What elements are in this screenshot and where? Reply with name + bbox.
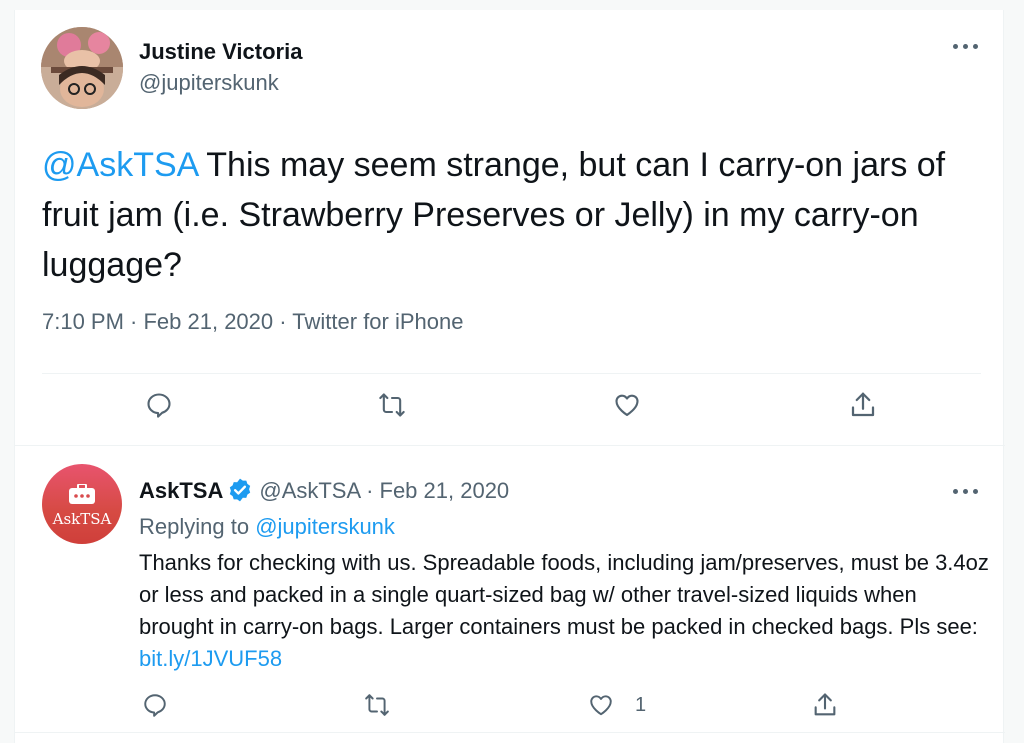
author-name[interactable]: Justine Victoria	[139, 39, 302, 65]
like-count: 1	[635, 694, 647, 716]
like-icon[interactable]	[607, 385, 647, 425]
replying-to: Replying to @jupiterskunk	[139, 514, 395, 540]
action-bar	[15, 385, 1005, 425]
reply-body: Thanks for checking with us. Spreadable …	[139, 550, 989, 639]
author-name[interactable]: AskTSA	[139, 478, 223, 503]
reply-icon[interactable]	[135, 685, 175, 725]
divider	[15, 732, 1005, 733]
replying-label: Replying to	[139, 514, 256, 539]
reply-tweet: AskTSA AskTSA @AskTSA · Feb 21, 2020 Repl…	[15, 445, 1005, 743]
tweet-date[interactable]: · Feb 21, 2020	[360, 478, 509, 503]
tweet-text: @AskTSA This may seem strange, but can I…	[42, 140, 992, 290]
replying-handle-link[interactable]: @jupiterskunk	[255, 514, 395, 539]
reply-header: AskTSA @AskTSA · Feb 21, 2020	[139, 477, 509, 504]
divider	[42, 373, 981, 374]
author-handle[interactable]: @AskTSA	[259, 478, 360, 503]
mention-link[interactable]: @AskTSA	[42, 146, 197, 184]
author-handle[interactable]: @jupiterskunk	[139, 70, 279, 96]
reply-text: Thanks for checking with us. Spreadable …	[139, 547, 989, 675]
share-icon[interactable]	[843, 385, 883, 425]
page-background	[0, 0, 1024, 10]
share-icon[interactable]	[805, 685, 845, 725]
main-tweet: Justine Victoria @jupiterskunk @AskTSA T…	[15, 10, 1005, 445]
action-bar: 1	[15, 689, 1005, 723]
more-icon[interactable]	[951, 481, 981, 501]
avatar[interactable]	[41, 27, 123, 109]
verified-icon	[230, 478, 251, 502]
reply-link[interactable]: bit.ly/1JVUF58	[139, 646, 282, 671]
chat-bubble-icon	[69, 484, 95, 504]
tweet-thread: Justine Victoria @jupiterskunk @AskTSA T…	[14, 10, 1005, 743]
tweet-meta[interactable]: 7:10 PM · Feb 21, 2020 · Twitter for iPh…	[42, 309, 463, 335]
like-icon[interactable]	[581, 685, 621, 725]
avatar[interactable]: AskTSA	[42, 464, 122, 544]
more-icon[interactable]	[951, 36, 981, 56]
retweet-icon[interactable]	[357, 685, 397, 725]
retweet-icon[interactable]	[372, 385, 412, 425]
avatar-label: AskTSA	[52, 510, 112, 528]
reply-icon[interactable]	[139, 385, 179, 425]
